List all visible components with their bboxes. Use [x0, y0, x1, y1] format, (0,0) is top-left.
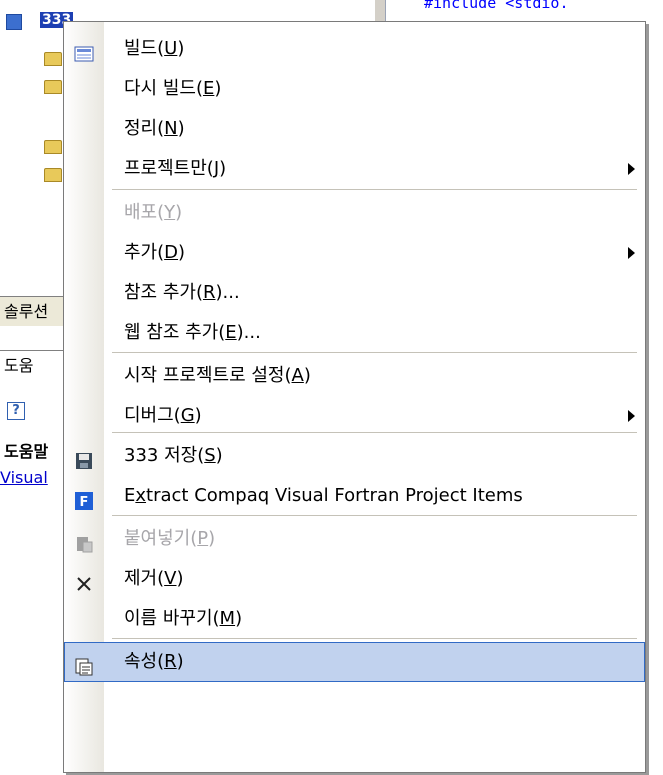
menu-item-속성-r[interactable]: 속성(R): [64, 642, 645, 682]
properties-icon: [74, 652, 94, 676]
menu-item-빌드-u[interactable]: 빌드(U): [64, 29, 645, 69]
help-title: 도움말: [4, 442, 49, 461]
solution-explorer-panel: [0, 0, 63, 775]
menu-item-정리-n[interactable]: 정리(N): [64, 109, 645, 149]
menu-item-label: 이름 바꾸기(M): [124, 608, 243, 629]
code-include-line: #include <stdio.: [424, 0, 569, 12]
tab-help[interactable]: 도움: [0, 350, 63, 380]
menu-item-참조-추가-r[interactable]: 참조 추가(R)...: [64, 273, 645, 313]
folder-icon[interactable]: [44, 140, 62, 154]
tab-solution-explorer[interactable]: 솔루션: [0, 296, 63, 326]
menu-item-label: 속성(R): [124, 651, 184, 672]
fortran-icon: F: [74, 486, 94, 510]
submenu-arrow-icon: [628, 247, 635, 259]
menu-item-프로젝트만-j[interactable]: 프로젝트만(J): [64, 149, 645, 189]
menu-item-다시-빌드-e[interactable]: 다시 빌드(E): [64, 69, 645, 109]
menu-item-label: 프로젝트만(J): [124, 158, 227, 179]
submenu-arrow-icon: [628, 410, 635, 422]
menu-item-웹-참조-추가-e[interactable]: 웹 참조 추가(E)...: [64, 313, 645, 353]
menu-item-이름-바꾸기-m[interactable]: 이름 바꾸기(M): [64, 599, 645, 639]
folder-icon[interactable]: [44, 168, 62, 182]
menu-item-label: 시작 프로젝트로 설정(A): [124, 365, 311, 386]
menu-item-배포-y: 배포(Y): [64, 193, 645, 233]
menu-item-333-저장-s[interactable]: 333 저장(S): [64, 436, 645, 476]
menu-item-label: 추가(D): [124, 242, 186, 263]
menu-item-extract-compaq-visual-fortran-project-items[interactable]: F Extract Compaq Visual Fortran Project I…: [64, 476, 645, 516]
menu-separator: [112, 189, 637, 190]
folder-icon[interactable]: [44, 52, 62, 66]
menu-item-추가-d[interactable]: 추가(D): [64, 233, 645, 273]
remove-icon: [74, 569, 94, 591]
menu-item-label: 디버그(G): [124, 405, 202, 426]
help-question-icon[interactable]: ?: [7, 402, 25, 420]
project-icon[interactable]: [6, 14, 22, 30]
build-icon: [74, 39, 94, 62]
menu-item-label: 다시 빌드(E): [124, 78, 222, 99]
menu-item-label: 웹 참조 추가(E)...: [124, 322, 261, 343]
menu-item-label: Extract Compaq Visual Fortran Project It…: [124, 485, 523, 506]
menu-item-붙여넣기-p: 붙여넣기(P): [64, 519, 645, 559]
menu-item-label: 333 저장(S): [124, 445, 223, 466]
context-menu: 빌드(U) 다시 빌드(E) 정리(N) 프로젝트만(J) 배포(Y) 추가(D) 참조 추…: [63, 21, 646, 773]
help-link[interactable]: Visual: [0, 468, 48, 487]
menu-item-label: 빌드(U): [124, 38, 185, 59]
menu-item-디버그-g[interactable]: 디버그(G): [64, 396, 645, 436]
save-icon: [74, 446, 94, 469]
menu-item-label: 참조 추가(R)...: [124, 282, 240, 303]
menu-item-label: 제거(V): [124, 568, 184, 589]
folder-icon[interactable]: [44, 80, 62, 94]
menu-item-label: 정리(N): [124, 118, 185, 139]
svg-text:F: F: [80, 495, 89, 510]
submenu-arrow-icon: [628, 163, 635, 175]
paste-icon: [74, 529, 94, 553]
menu-item-시작-프로젝트로-설정-a[interactable]: 시작 프로젝트로 설정(A): [64, 356, 645, 396]
menu-item-label: 붙여넣기(P): [124, 528, 216, 549]
menu-item-label: 배포(Y): [124, 202, 183, 223]
menu-item-제거-v[interactable]: 제거(V): [64, 559, 645, 599]
